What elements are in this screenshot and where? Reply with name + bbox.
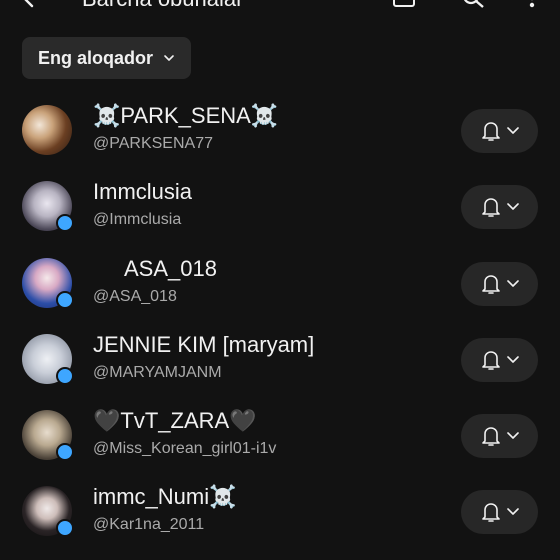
notification-settings-button[interactable] [461, 109, 538, 153]
channel-handle: @Immclusia [93, 211, 182, 228]
channel-name: JENNIE KIM [maryam] [93, 332, 315, 357]
channel-avatar[interactable] [22, 258, 74, 309]
channel-handle: @PARKSENA77 [93, 135, 213, 152]
top-app-bar: Barcha obunalar [0, 0, 560, 12]
new-content-dot [56, 443, 74, 461]
sort-dropdown[interactable]: Eng aloqador [22, 37, 192, 79]
channel-handle: @Miss_Korean_girl01-i1v [93, 440, 277, 457]
channel-handle: @ASA_018 [93, 288, 177, 305]
more-vert-icon[interactable] [520, 0, 544, 8]
channel-row[interactable]: Immclusia @Immclusia [0, 179, 560, 255]
page-title: Barcha obunalar [82, 0, 243, 12]
channel-name: immc_Numi☠️ [93, 484, 237, 509]
avatar-image [22, 105, 72, 155]
new-content-dot [56, 214, 74, 232]
search-icon[interactable] [462, 0, 486, 8]
channel-name: ☠️PARK_SENA☠️ [93, 103, 279, 128]
channel-handle: @Kar1na_2011 [93, 516, 205, 533]
channel-row[interactable]: 🖤TvT_ZARA🖤 @Miss_Korean_girl01-i1v [0, 408, 560, 484]
notification-settings-button[interactable] [461, 414, 538, 458]
new-content-dot [56, 519, 74, 537]
back-arrow-icon[interactable] [22, 0, 44, 8]
channel-row[interactable]: ☠️PARK_SENA☠️ @PARKSENA77 [0, 103, 560, 179]
channel-name: Immclusia [93, 179, 193, 204]
notification-settings-button[interactable] [461, 262, 538, 306]
bell-icon [481, 427, 519, 446]
new-content-dot [56, 367, 74, 385]
bell-icon [481, 198, 519, 217]
new-content-dot [56, 291, 74, 309]
channel-avatar[interactable] [22, 410, 74, 461]
notification-settings-button[interactable] [461, 185, 538, 229]
bell-icon [481, 351, 519, 370]
chevron-down-icon [164, 55, 174, 61]
bell-icon [481, 503, 519, 522]
cast-icon[interactable] [392, 0, 416, 8]
channel-name: ASA_018 [124, 256, 217, 281]
notification-settings-button[interactable] [461, 490, 538, 534]
sort-dropdown-label: Eng aloqador [38, 47, 154, 68]
channel-avatar[interactable] [22, 105, 72, 155]
channel-handle: @MARYAMJANM [93, 364, 222, 381]
channel-name: 🖤TvT_ZARA🖤 [93, 408, 257, 433]
channel-avatar[interactable] [22, 334, 74, 385]
channel-avatar[interactable] [22, 181, 74, 232]
channel-row[interactable]: ASA_018 @ASA_018 [0, 256, 560, 332]
channel-row[interactable]: JENNIE KIM [maryam] @MARYAMJANM [0, 332, 560, 408]
bell-icon [481, 122, 519, 141]
channel-row[interactable]: immc_Numi☠️ @Kar1na_2011 [0, 484, 560, 560]
notification-settings-button[interactable] [461, 338, 538, 382]
bell-icon [481, 275, 519, 294]
channel-avatar[interactable] [22, 486, 74, 537]
